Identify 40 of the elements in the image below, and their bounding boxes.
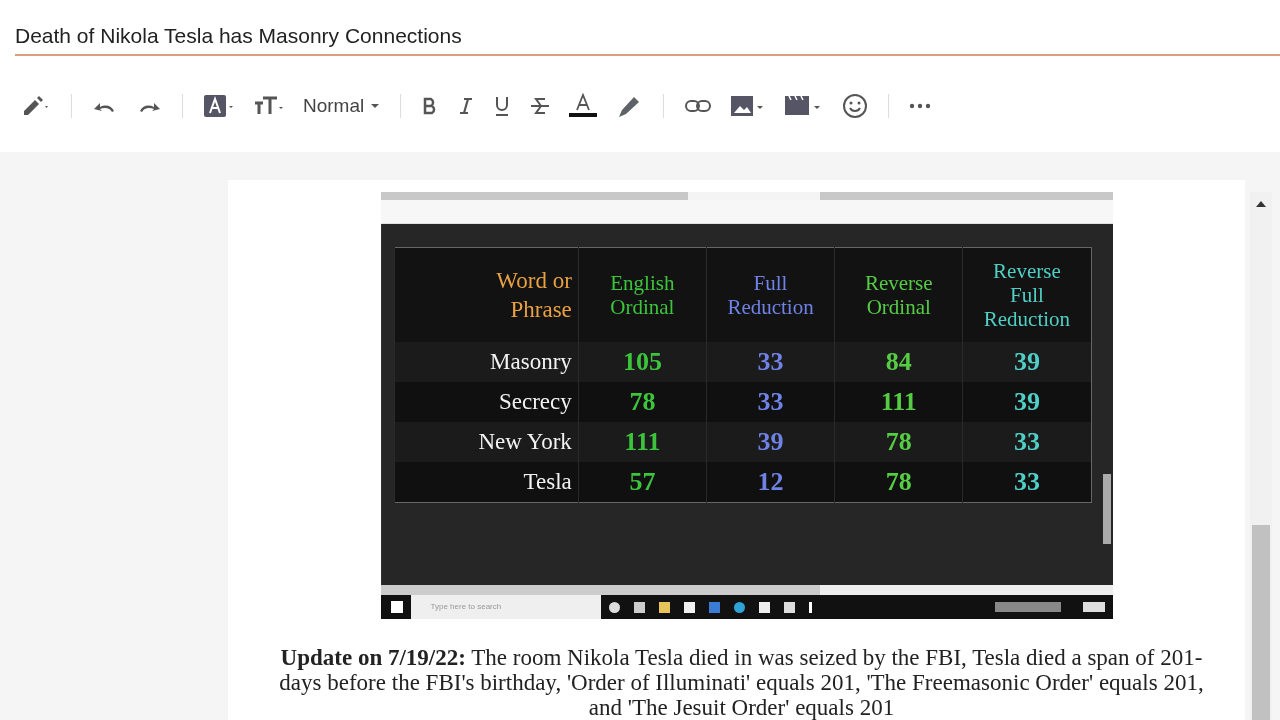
scroll-thumb[interactable] xyxy=(1252,525,1270,720)
column-header: English Ordinal xyxy=(609,271,676,319)
value-cell: 33 xyxy=(1013,467,1040,496)
word-cell: New York xyxy=(478,429,572,454)
column-header: Word or Phrase xyxy=(495,267,572,324)
column-header: Reverse Ordinal xyxy=(863,271,934,319)
value-cell: 111 xyxy=(880,387,917,416)
text-background-icon xyxy=(203,94,235,118)
caret-icon xyxy=(370,103,381,109)
title-field[interactable]: Death of Nikola Tesla has Masonry Connections xyxy=(15,20,1280,56)
windows-logo-icon xyxy=(390,601,403,613)
value-cell: 33 xyxy=(1013,427,1040,456)
font-color-icon xyxy=(569,93,598,119)
value-cell: 84 xyxy=(885,347,912,376)
value-cell: 78 xyxy=(885,467,912,496)
inner-scrollbar xyxy=(1102,474,1111,544)
column-header: Reverse Full Reduction xyxy=(982,259,1072,331)
value-cell: 39 xyxy=(757,427,784,456)
value-cell: 33 xyxy=(757,347,784,376)
value-cell: 39 xyxy=(1013,347,1040,376)
pencil-icon xyxy=(21,94,51,118)
scroll-up-icon[interactable] xyxy=(1255,200,1267,208)
strikethrough-icon xyxy=(529,95,552,117)
update-paragraph: Update on 7/19/22: The room Nikola Tesla died in was seized by the FBI, Tesla died a span of 201-days before the FBI's birthday, 'Order of Illuminati' equals 201, 'The Freemasonic Order' equals 201, and 'The Jesuit Order' equals 201 xyxy=(278,645,1205,720)
value-cell: 33 xyxy=(757,387,784,416)
value-cell: 57 xyxy=(629,467,656,496)
value-cell: 39 xyxy=(1013,387,1040,416)
value-cell: 78 xyxy=(885,427,912,456)
word-cell: Secrecy xyxy=(499,389,572,414)
word-cell: Masonry xyxy=(490,349,572,374)
value-cell: 111 xyxy=(624,427,661,456)
column-header: Full Reduction xyxy=(726,271,815,319)
link-icon xyxy=(684,98,713,114)
value-cell: 12 xyxy=(757,467,784,496)
paragraph-style-dropdown[interactable]: Normal xyxy=(297,91,387,121)
value-cell: 105 xyxy=(622,347,662,376)
value-cell: 78 xyxy=(629,387,656,416)
word-cell: Tesla xyxy=(523,469,572,494)
smiley-icon xyxy=(842,93,869,119)
more-icon xyxy=(909,103,932,109)
